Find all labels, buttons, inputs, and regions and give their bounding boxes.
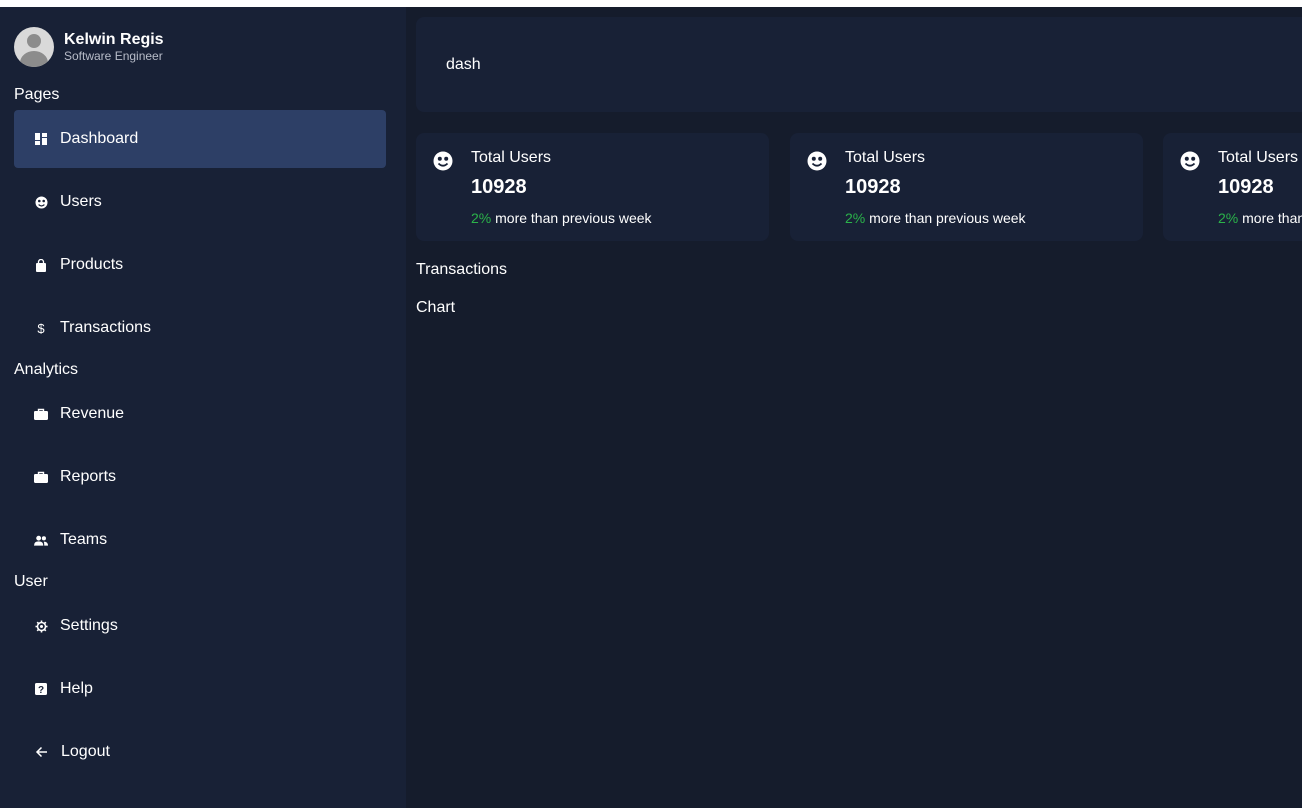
page-title: dash xyxy=(446,56,481,73)
stat-card[interactable]: Total Users 10928 2% more than previous … xyxy=(790,133,1143,241)
sidebar: Kelwin Regis Software Engineer Pages Das… xyxy=(0,7,406,808)
card-value: 10928 xyxy=(845,176,901,198)
sidebar-item-settings[interactable]: Settings xyxy=(14,597,386,655)
user-name: Kelwin Regis xyxy=(64,30,164,48)
card-value: 10928 xyxy=(1218,176,1274,198)
sidebar-item-label: Reports xyxy=(60,468,117,485)
sidebar-item-reports[interactable]: Reports xyxy=(14,448,386,506)
people-icon xyxy=(34,533,48,547)
sidebar-item-teams[interactable]: Teams xyxy=(14,511,386,569)
users-face-icon xyxy=(34,195,48,209)
card-percent: 2% xyxy=(471,210,492,226)
sidebar-item-label: Dashboard xyxy=(60,130,139,147)
users-face-icon xyxy=(807,151,827,171)
sidebar-item-logout[interactable]: Logout xyxy=(14,723,386,781)
sidebar-item-label: Logout xyxy=(61,743,110,760)
app-window: Kelwin Regis Software Engineer Pages Das… xyxy=(0,7,1302,808)
card-detail-text: more than previous week xyxy=(495,210,652,226)
sidebar-item-label: Transactions xyxy=(60,319,151,336)
svg-text:$: $ xyxy=(37,321,45,335)
stat-card[interactable]: Total Users 10928 2% more than previous … xyxy=(416,133,769,241)
sidebar-item-label: Products xyxy=(60,256,124,273)
section-title-user: User xyxy=(14,573,48,590)
card-title: Total Users xyxy=(845,149,926,166)
help-icon: ? xyxy=(34,682,48,696)
card-detail-text: more than previous week xyxy=(1242,210,1302,226)
card-value: 10928 xyxy=(471,176,527,198)
topbar: dash xyxy=(416,17,1302,112)
card-detail-text: more than previous week xyxy=(869,210,1026,226)
users-face-icon xyxy=(1180,151,1200,171)
sidebar-item-transactions[interactable]: $ Transactions xyxy=(14,299,386,357)
card-percent: 2% xyxy=(845,210,866,226)
card-title: Total Users xyxy=(1218,149,1299,166)
gear-icon xyxy=(34,619,48,633)
card-detail: 2% more than previous week xyxy=(845,210,1026,226)
section-title-analytics: Analytics xyxy=(14,361,79,378)
user-role: Software Engineer xyxy=(64,48,163,63)
card-detail: 2% more than previous week xyxy=(471,210,652,226)
card-percent: 2% xyxy=(1218,210,1239,226)
svg-text:?: ? xyxy=(38,685,44,695)
avatar xyxy=(14,27,54,67)
sidebar-item-dashboard[interactable]: Dashboard xyxy=(14,110,386,168)
arrow-left-icon xyxy=(34,745,48,759)
sidebar-item-users[interactable]: Users xyxy=(14,173,386,231)
briefcase-icon xyxy=(34,470,48,484)
shopping-bag-icon xyxy=(34,258,48,272)
sidebar-item-label: Revenue xyxy=(60,405,125,422)
sidebar-item-revenue[interactable]: Revenue xyxy=(14,385,386,443)
card-detail: 2% more than previous week xyxy=(1218,210,1302,226)
transactions-section-title: Transactions xyxy=(416,261,507,278)
sidebar-item-label: Settings xyxy=(60,617,118,634)
dashboard-icon xyxy=(34,132,48,146)
sidebar-item-label: Teams xyxy=(60,531,108,548)
user-profile: Kelwin Regis Software Engineer xyxy=(14,27,164,67)
card-title: Total Users xyxy=(471,149,552,166)
chart-section-title: Chart xyxy=(416,299,456,316)
sidebar-item-label: Users xyxy=(60,193,102,210)
section-title-pages: Pages xyxy=(14,86,60,103)
sidebar-item-products[interactable]: Products xyxy=(14,236,386,294)
sidebar-item-label: Help xyxy=(60,680,93,697)
users-face-icon xyxy=(433,151,453,171)
sidebar-item-help[interactable]: ? Help xyxy=(14,660,386,718)
stat-card[interactable]: Total Users 10928 2% more than previous … xyxy=(1163,133,1302,241)
briefcase-icon xyxy=(34,407,48,421)
dollar-icon: $ xyxy=(34,321,48,335)
